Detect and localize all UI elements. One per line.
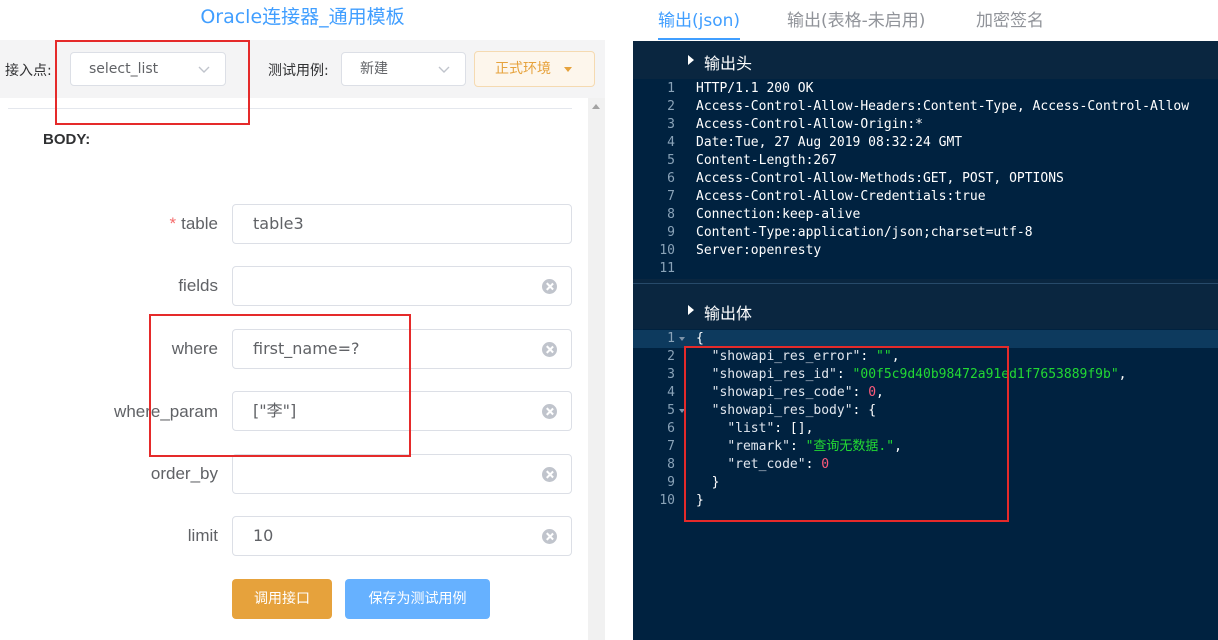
code-line: 8 Connection:keep-alive [667, 207, 861, 222]
clear-icon[interactable] [542, 529, 557, 544]
environment-dropdown-button[interactable]: 正式环境 [474, 51, 595, 87]
output-header-section-toggle[interactable]: 输出头 [633, 41, 1218, 77]
code-line: 7 Access-Control-Allow-Credentials:true [667, 189, 986, 204]
chevron-down-icon [438, 66, 450, 73]
section-divider [633, 283, 1218, 284]
clear-icon[interactable] [542, 404, 557, 419]
table-input[interactable]: table3 [232, 204, 572, 244]
limit-input-value: 10 [253, 526, 274, 545]
clear-icon[interactable] [542, 342, 557, 357]
code-line: 3 Access-Control-Allow-Origin:* [667, 117, 923, 132]
code-line: 2 Access-Control-Allow-Headers:Content-Ty… [667, 99, 1190, 114]
output-header-title: 输出头 [704, 54, 753, 73]
caret-down-icon [564, 67, 572, 72]
output-editor: 输出头 1 HTTP/1.1 200 OK 2 Access-Control-All… [633, 41, 1218, 640]
output-tabs: 输出(json) 输出(表格-未启用) 加密签名 [633, 0, 1218, 40]
panel-gap [605, 0, 633, 640]
save-test-case-button[interactable]: 保存为测试用例 [345, 579, 490, 619]
test-case-select[interactable]: 新建 [341, 52, 466, 86]
call-api-button[interactable]: 调用接口 [232, 579, 332, 619]
test-case-label: 测试用例: [268, 63, 329, 79]
page-title: Oracle连接器_通用模板 [200, 6, 405, 28]
code-line: 5 Content-Length:267 [667, 153, 837, 168]
tab-output-table[interactable]: 输出(表格-未启用) [787, 6, 925, 31]
body-section-label: BODY: [43, 131, 91, 148]
active-tab-indicator [658, 38, 740, 40]
scroll-up-arrow-icon[interactable] [592, 104, 600, 109]
tab-output-json[interactable]: 输出(json) [658, 6, 740, 31]
environment-label: 正式环境 [495, 61, 551, 77]
test-case-value: 新建 [360, 61, 388, 77]
tab-signature[interactable]: 加密签名 [976, 6, 1044, 31]
caret-right-icon [688, 55, 694, 65]
access-point-label: 接入点: [5, 63, 52, 79]
code-line: 11 [659, 261, 675, 276]
scrollbar[interactable] [588, 98, 605, 640]
fields-input[interactable] [232, 266, 572, 306]
limit-input[interactable]: 10 [232, 516, 572, 556]
limit-label: limit [187, 526, 218, 545]
clear-icon[interactable] [542, 467, 557, 482]
header-code-block: 1 HTTP/1.1 200 OK 2 Access-Control-Allow-H… [633, 79, 1218, 279]
output-body-title: 输出体 [704, 304, 753, 323]
order-by-label: order_by [150, 464, 218, 483]
output-panel: 输出(json) 输出(表格-未启用) 加密签名 输出头 1 HTTP/1.1 2… [633, 0, 1218, 640]
code-line: 1 HTTP/1.1 200 OK [667, 81, 814, 96]
table-label: * table [169, 214, 219, 233]
output-body-section-toggle[interactable]: 输出体 [633, 291, 1218, 327]
connector-form-panel: Oracle连接器_通用模板 接入点: select_list 测试用例: 新建… [0, 0, 605, 640]
code-line: 6 Access-Control-Allow-Methods:GET, POST,… [667, 171, 1064, 186]
annotation-box-response [684, 346, 1009, 522]
caret-right-icon [688, 305, 694, 315]
fold-arrow-icon[interactable] [679, 337, 685, 341]
table-input-value: table3 [253, 214, 304, 233]
annotation-box-where [149, 314, 411, 457]
code-line: 9 Content-Type:application/json;charset=u… [667, 225, 1033, 240]
code-line: 10 Server:openresty [659, 243, 822, 258]
required-asterisk: * [169, 214, 177, 233]
clear-icon[interactable] [542, 279, 557, 294]
annotation-box-access-point [55, 40, 250, 125]
fields-label: fields [178, 276, 218, 295]
code-line: 4 Date:Tue, 27 Aug 2019 08:32:24 GMT [667, 135, 963, 150]
order-by-input[interactable] [232, 454, 572, 494]
